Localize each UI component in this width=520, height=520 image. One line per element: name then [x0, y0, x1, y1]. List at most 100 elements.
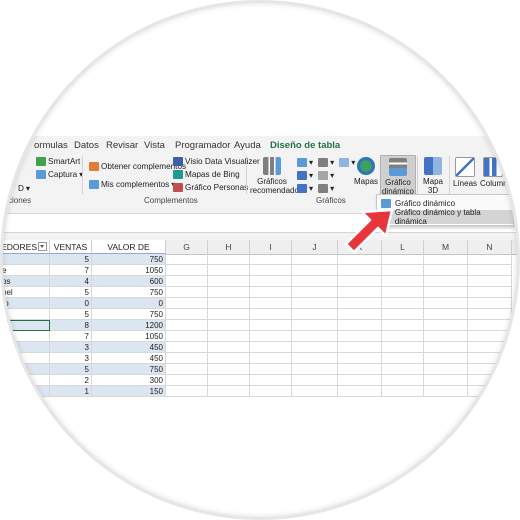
- empty-cell[interactable]: [208, 309, 250, 320]
- empty-cell[interactable]: [166, 276, 208, 287]
- cell-valor-ventas[interactable]: 450: [92, 353, 166, 364]
- empty-cell[interactable]: [208, 287, 250, 298]
- empty-cell[interactable]: [292, 298, 338, 309]
- empty-cell[interactable]: [468, 331, 512, 342]
- empty-cell[interactable]: [166, 265, 208, 276]
- empty-cell[interactable]: [424, 298, 468, 309]
- cell-vendedor[interactable]: [0, 375, 50, 386]
- empty-cell[interactable]: [166, 320, 208, 331]
- empty-cell[interactable]: [424, 287, 468, 298]
- empty-cell[interactable]: [382, 342, 424, 353]
- table-header-vendedores[interactable]: EDORES: [0, 240, 50, 254]
- empty-cell[interactable]: [208, 364, 250, 375]
- cell-ventas[interactable]: 7: [50, 265, 92, 276]
- empty-cell[interactable]: [166, 298, 208, 309]
- column-header-j[interactable]: J: [292, 240, 338, 254]
- empty-cell[interactable]: [208, 386, 250, 397]
- empty-cell[interactable]: [250, 342, 292, 353]
- empty-cell[interactable]: [468, 298, 512, 309]
- obtener-complementos-button[interactable]: Obtener complementos: [89, 162, 186, 171]
- mapa-3d-button[interactable]: Mapa 3D: [421, 157, 445, 195]
- cell-valor-ventas[interactable]: 750: [92, 287, 166, 298]
- cell-ventas[interactable]: 4: [50, 276, 92, 287]
- cell-valor-ventas[interactable]: 750: [92, 309, 166, 320]
- cell-vendedor[interactable]: e: [0, 320, 50, 331]
- cell-ventas[interactable]: 2: [50, 375, 92, 386]
- cell-valor-ventas[interactable]: 1200: [92, 320, 166, 331]
- empty-cell[interactable]: [424, 342, 468, 353]
- column-header-n[interactable]: N: [468, 240, 512, 254]
- cell-vendedor[interactable]: [0, 309, 50, 320]
- cell-vendedor[interactable]: [0, 364, 50, 375]
- graficos-recomendados-button[interactable]: Gráficos recomendados: [250, 157, 303, 195]
- tab-diseno-de-tabla[interactable]: Diseño de tabla: [270, 140, 340, 151]
- empty-cell[interactable]: [292, 364, 338, 375]
- cell-valor-ventas[interactable]: 750: [92, 364, 166, 375]
- empty-cell[interactable]: [468, 353, 512, 364]
- empty-cell[interactable]: [292, 309, 338, 320]
- column-header-m[interactable]: M: [424, 240, 468, 254]
- grafico-personas-button[interactable]: Gráfico Personas: [173, 183, 248, 192]
- column-header-g[interactable]: G: [166, 240, 208, 254]
- cell-ventas[interactable]: 5: [50, 309, 92, 320]
- empty-cell[interactable]: [382, 298, 424, 309]
- empty-cell[interactable]: [292, 276, 338, 287]
- column-header-h[interactable]: H: [208, 240, 250, 254]
- tab-vista[interactable]: Vista: [144, 140, 165, 151]
- empty-cell[interactable]: [250, 276, 292, 287]
- tab-ayuda[interactable]: Ayuda: [234, 140, 261, 151]
- cell-vendedor[interactable]: [0, 254, 50, 265]
- tab-programador[interactable]: Programador: [175, 140, 230, 151]
- grafico-dinamico-button[interactable]: Gráfico dinámico: [380, 155, 416, 196]
- empty-cell[interactable]: [208, 276, 250, 287]
- empty-cell[interactable]: [250, 309, 292, 320]
- empty-cell[interactable]: [338, 353, 382, 364]
- empty-cell[interactable]: [424, 265, 468, 276]
- empty-cell[interactable]: [250, 375, 292, 386]
- empty-cell[interactable]: [382, 320, 424, 331]
- empty-cell[interactable]: [292, 375, 338, 386]
- empty-cell[interactable]: [382, 309, 424, 320]
- empty-cell[interactable]: [292, 254, 338, 265]
- cell-vendedor[interactable]: e: [0, 265, 50, 276]
- empty-cell[interactable]: [166, 331, 208, 342]
- tab-formulas[interactable]: ormulas: [34, 140, 68, 151]
- empty-cell[interactable]: [424, 309, 468, 320]
- smartart-button[interactable]: SmartArt: [36, 157, 80, 166]
- cell-valor-ventas[interactable]: 750: [92, 254, 166, 265]
- cell-valor-ventas[interactable]: 450: [92, 342, 166, 353]
- mapas-de-bing-button[interactable]: Mapas de Bing: [173, 170, 240, 179]
- table-header-ventas[interactable]: VENTAS: [50, 240, 92, 266]
- empty-cell[interactable]: [338, 386, 382, 397]
- cell-ventas[interactable]: 3: [50, 353, 92, 364]
- cell-valor-ventas[interactable]: 600: [92, 276, 166, 287]
- cell-vendedor[interactable]: [0, 386, 50, 397]
- empty-cell[interactable]: [424, 375, 468, 386]
- empty-cell[interactable]: [166, 386, 208, 397]
- cell-ventas[interactable]: 1: [50, 386, 92, 397]
- empty-cell[interactable]: [338, 287, 382, 298]
- empty-cell[interactable]: [468, 320, 512, 331]
- cell-ventas[interactable]: 5: [50, 254, 92, 265]
- empty-cell[interactable]: [166, 309, 208, 320]
- empty-cell[interactable]: [166, 342, 208, 353]
- cell-ventas[interactable]: 7: [50, 331, 92, 342]
- cell-vendedor[interactable]: to: [0, 298, 50, 309]
- empty-cell[interactable]: [250, 320, 292, 331]
- empty-cell[interactable]: [338, 342, 382, 353]
- empty-cell[interactable]: [250, 331, 292, 342]
- empty-cell[interactable]: [292, 342, 338, 353]
- cell-valor-ventas[interactable]: 300: [92, 375, 166, 386]
- empty-cell[interactable]: [292, 287, 338, 298]
- empty-cell[interactable]: [468, 309, 512, 320]
- empty-cell[interactable]: [250, 353, 292, 364]
- empty-cell[interactable]: [382, 331, 424, 342]
- empty-cell[interactable]: [424, 353, 468, 364]
- table-header-valor-de-ventas[interactable]: VALOR DE VENTAS: [92, 240, 166, 266]
- cell-vendedor[interactable]: os: [0, 276, 50, 287]
- empty-cell[interactable]: [338, 298, 382, 309]
- empty-cell[interactable]: [166, 287, 208, 298]
- empty-cell[interactable]: [292, 331, 338, 342]
- empty-cell[interactable]: [250, 265, 292, 276]
- empty-cell[interactable]: [250, 287, 292, 298]
